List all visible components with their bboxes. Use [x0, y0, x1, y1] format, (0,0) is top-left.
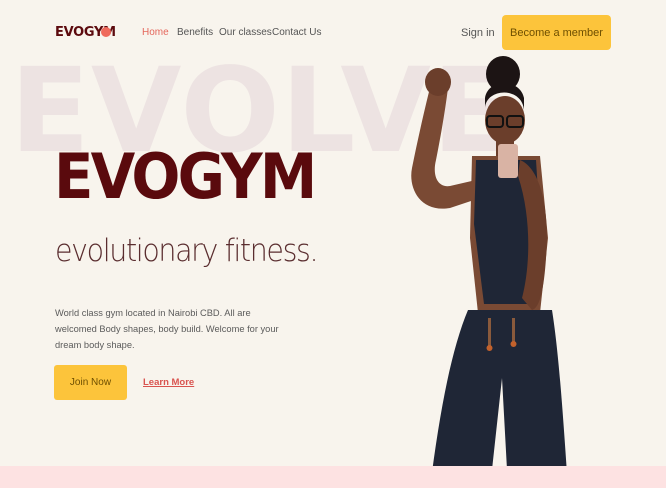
- hero-subtitle: evolutionary fitness.: [55, 233, 319, 269]
- nav-link-contact-us[interactable]: Contact Us: [272, 27, 321, 38]
- sign-in-link[interactable]: Sign in: [461, 27, 495, 39]
- join-now-button[interactable]: Join Now: [54, 365, 127, 400]
- nav-link-benefits[interactable]: Benefits: [177, 27, 213, 38]
- bottom-strip: [0, 466, 666, 488]
- hero-description: World class gym located in Nairobi CBD. …: [55, 308, 279, 350]
- hero-title: EVOGYM: [54, 140, 317, 213]
- nav-link-our-classes[interactable]: Our classes: [219, 27, 272, 38]
- learn-more-link[interactable]: Learn More: [143, 377, 194, 388]
- become-member-button[interactable]: Become a member: [502, 15, 611, 50]
- nav-link-home[interactable]: Home: [142, 27, 169, 38]
- hero-woman-image: [411, 56, 568, 488]
- logo-dot-icon: [101, 27, 111, 37]
